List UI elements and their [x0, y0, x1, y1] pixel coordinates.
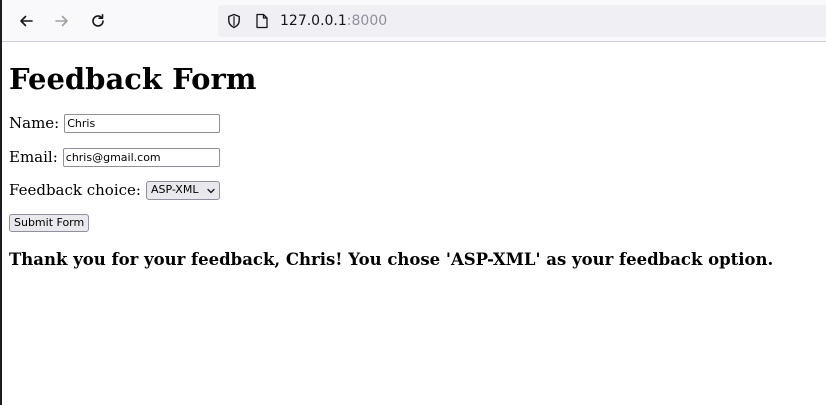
choice-label: Feedback choice:: [9, 181, 141, 199]
name-row: Name:: [9, 113, 221, 133]
shield-icon[interactable]: [226, 13, 242, 29]
submit-button[interactable]: Submit Form: [9, 214, 90, 232]
choice-row: Feedback choice: ASP-XML: [9, 180, 220, 200]
url-text[interactable]: 127.0.0.1:8000: [280, 12, 387, 30]
name-label: Name:: [9, 114, 60, 132]
thank-you-message: Thank you for your feedback, Chris! You …: [9, 250, 774, 269]
chevron-down-icon: [207, 188, 215, 193]
feedback-choice-select[interactable]: ASP-XML: [145, 180, 220, 200]
url-port: :8000: [346, 13, 388, 29]
reload-button[interactable]: [85, 8, 111, 34]
name-input[interactable]: [64, 113, 221, 133]
page-title: Feedback Form: [9, 62, 257, 96]
browser-toolbar: 127.0.0.1:8000: [2, 0, 826, 42]
selected-option: ASP-XML: [150, 183, 199, 196]
url-host: 127.0.0.1: [280, 13, 347, 29]
arrow-right-icon: [55, 15, 68, 27]
back-button[interactable]: [13, 8, 39, 34]
reload-icon: [92, 14, 104, 27]
forward-button[interactable]: [49, 8, 75, 34]
submit-row: Submit Form: [9, 214, 90, 232]
address-bar[interactable]: 127.0.0.1:8000: [218, 5, 826, 37]
arrow-left-icon: [20, 15, 33, 27]
email-label: Email:: [9, 148, 58, 166]
window-edge: [0, 0, 2, 405]
email-input[interactable]: [62, 147, 220, 167]
email-row: Email:: [9, 147, 220, 167]
page-icon: [256, 13, 268, 29]
